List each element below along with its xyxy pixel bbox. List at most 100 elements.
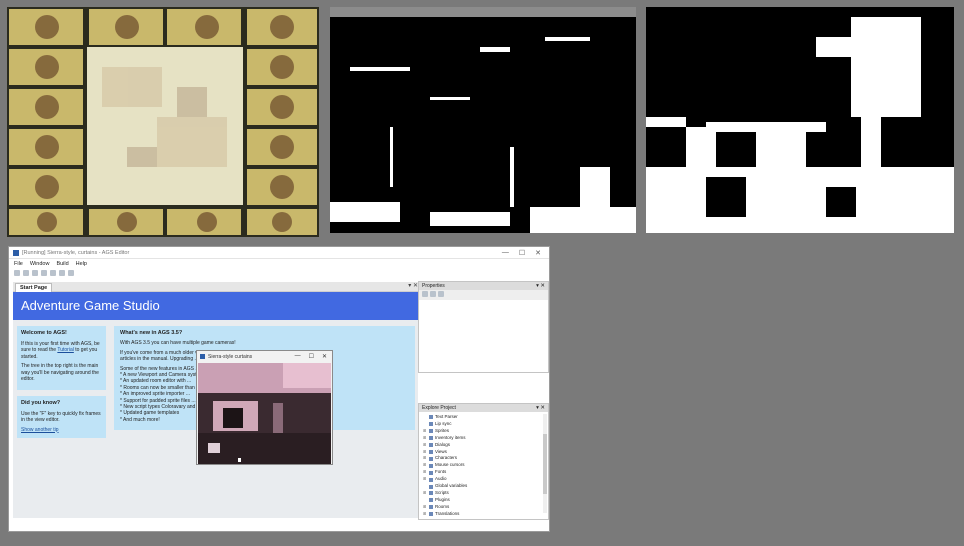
tree-item-label: Lip sync — [435, 420, 452, 426]
node-icon — [429, 505, 433, 510]
node-icon — [429, 449, 433, 454]
explore-project-panel: Explore Project ▾ ✕ Text Parser Lip sync… — [418, 403, 549, 520]
menu-file[interactable]: File — [14, 261, 23, 267]
explore-project-controls[interactable]: ▾ ✕ — [536, 404, 545, 412]
tree-item[interactable]: Global variables — [423, 483, 544, 490]
welcome-box: Welcome to AGS! If this is your first ti… — [17, 326, 106, 390]
minimize-button[interactable]: — — [502, 249, 509, 257]
tutorial-link[interactable]: Tutorial — [57, 347, 74, 353]
tiled-portrait-image — [7, 7, 319, 237]
welcome-tree-text: The tree in the top right is the main wa… — [21, 363, 99, 382]
maximize-button[interactable]: ☐ — [519, 249, 525, 257]
tree-item-label: Mouse cursors — [435, 462, 465, 468]
tree-item-label: Text Parser — [435, 414, 458, 419]
tip-text: Use the "F" key to quickly fix frames in… — [21, 410, 101, 424]
properties-controls[interactable]: ▾ ✕ — [536, 282, 545, 290]
node-icon — [429, 498, 433, 503]
tree-item[interactable]: Lip sync — [423, 421, 544, 428]
tree-item-label: Sprites — [435, 427, 450, 433]
settings-icon[interactable] — [32, 269, 38, 276]
node-icon — [429, 484, 433, 489]
tree-item-label: Plugins — [435, 496, 450, 502]
tree-item-label: Translations — [435, 510, 460, 516]
tab-controls[interactable]: ▾ ✕ — [408, 282, 418, 289]
threshold-image-2 — [646, 7, 954, 233]
show-another-tip-link[interactable]: Show another tip — [21, 427, 59, 433]
tree-item-label: Characters — [435, 455, 458, 461]
tree-item[interactable]: ⊞ Dialogs — [423, 442, 544, 449]
node-icon — [429, 429, 433, 434]
editor-titlebar: [Running] Sierra-style, curtains - AGS E… — [9, 247, 549, 259]
tree-item-label: Dialogs — [435, 441, 451, 447]
game-close-button[interactable]: ✕ — [322, 353, 327, 360]
tree-item[interactable]: Plugins — [423, 497, 544, 504]
tab-start-page[interactable]: Start Page — [15, 283, 53, 292]
explore-project-title: Explore Project — [422, 405, 456, 411]
node-icon — [429, 512, 433, 517]
tree-item[interactable]: ⊞ Characters — [423, 455, 544, 462]
tree-item[interactable]: ⊞ Translations — [423, 511, 544, 518]
node-icon — [429, 470, 433, 475]
did-you-know-box: Did you know? Use the "F" key to quickly… — [17, 396, 106, 438]
threshold-image-1 — [330, 7, 636, 233]
debug-icon[interactable] — [59, 269, 65, 276]
tree-item-label: Scripts — [435, 489, 449, 495]
build-icon[interactable] — [41, 269, 47, 276]
toolbar — [9, 268, 549, 277]
properties-header: Properties ▾ ✕ — [419, 282, 548, 290]
whats-new-heading: What's new in AGS 3.5? — [120, 330, 183, 336]
node-icon — [429, 463, 433, 468]
tree-item[interactable]: ⊞ Sprites — [423, 428, 544, 435]
menu-build[interactable]: Build — [56, 261, 68, 267]
properties-toolbar — [419, 290, 548, 300]
property-pages-icon[interactable] — [438, 291, 444, 297]
tree-item-label: Audio — [435, 476, 447, 482]
node-icon — [429, 422, 433, 427]
tree-item[interactable]: ⊞ Audio — [423, 476, 544, 483]
tree-item-label: Views — [435, 448, 447, 454]
node-icon — [429, 443, 433, 448]
tree-item[interactable]: ⊞ Views — [423, 449, 544, 456]
did-you-know-heading: Did you know? — [21, 400, 61, 406]
tree-item[interactable]: ⊞ Rooms — [423, 504, 544, 511]
tree-item-label: Global variables — [435, 483, 468, 489]
close-button[interactable]: ✕ — [535, 249, 541, 257]
game-minimize-button[interactable]: — — [295, 353, 301, 360]
tree-item[interactable]: ⊞ Fonts — [423, 469, 544, 476]
window-title: [Running] Sierra-style, curtains - AGS E… — [22, 249, 130, 256]
node-icon — [429, 415, 433, 420]
save-icon[interactable] — [23, 269, 29, 276]
game-titlebar: Sierra-style curtains — ☐ ✕ — [197, 351, 332, 362]
tree-item[interactable]: ⊞ Scripts — [423, 490, 544, 497]
game-window: Sierra-style curtains — ☐ ✕ — [196, 350, 333, 465]
menu-window[interactable]: Window — [30, 261, 50, 267]
welcome-heading: Welcome to AGS! — [21, 330, 67, 336]
news-line-1: With AGS 3.5 you can have multiple game … — [120, 340, 236, 347]
properties-panel: Properties ▾ ✕ — [418, 281, 549, 373]
tree-item[interactable]: ⊞ Mouse cursors — [423, 462, 544, 469]
game-screen[interactable] — [198, 363, 331, 464]
app-icon — [13, 249, 19, 256]
tree-item-label: Rooms — [435, 503, 450, 509]
tree-item-label: Inventory items — [435, 434, 466, 440]
explore-project-header: Explore Project ▾ ✕ — [419, 404, 548, 412]
help-icon[interactable] — [68, 269, 74, 276]
scrollbar-thumb[interactable] — [543, 434, 547, 494]
welcome-text: If this is your first time with AGS, be … — [21, 341, 102, 361]
new-icon[interactable] — [14, 269, 20, 276]
run-icon[interactable] — [50, 269, 56, 276]
document-tab-strip: Start Page ▾ ✕ — [13, 282, 421, 292]
project-tree: Text Parser Lip sync ⊞ Sprites ⊞ Inventory… — [419, 412, 548, 520]
game-app-icon — [200, 354, 205, 359]
page-title: Adventure Game Studio — [13, 292, 418, 320]
game-maximize-button[interactable]: ☐ — [309, 353, 314, 360]
menu-help[interactable]: Help — [76, 261, 87, 267]
tree-item-label: Fonts — [435, 469, 447, 475]
node-icon — [429, 491, 433, 496]
node-icon — [429, 456, 433, 461]
tree-item[interactable]: Text Parser — [423, 414, 544, 421]
tree-item[interactable]: ⊞ Inventory items — [423, 435, 544, 442]
tree-scrollbar[interactable] — [543, 414, 547, 513]
categorized-icon[interactable] — [422, 291, 428, 297]
alphabetical-icon[interactable] — [430, 291, 436, 297]
